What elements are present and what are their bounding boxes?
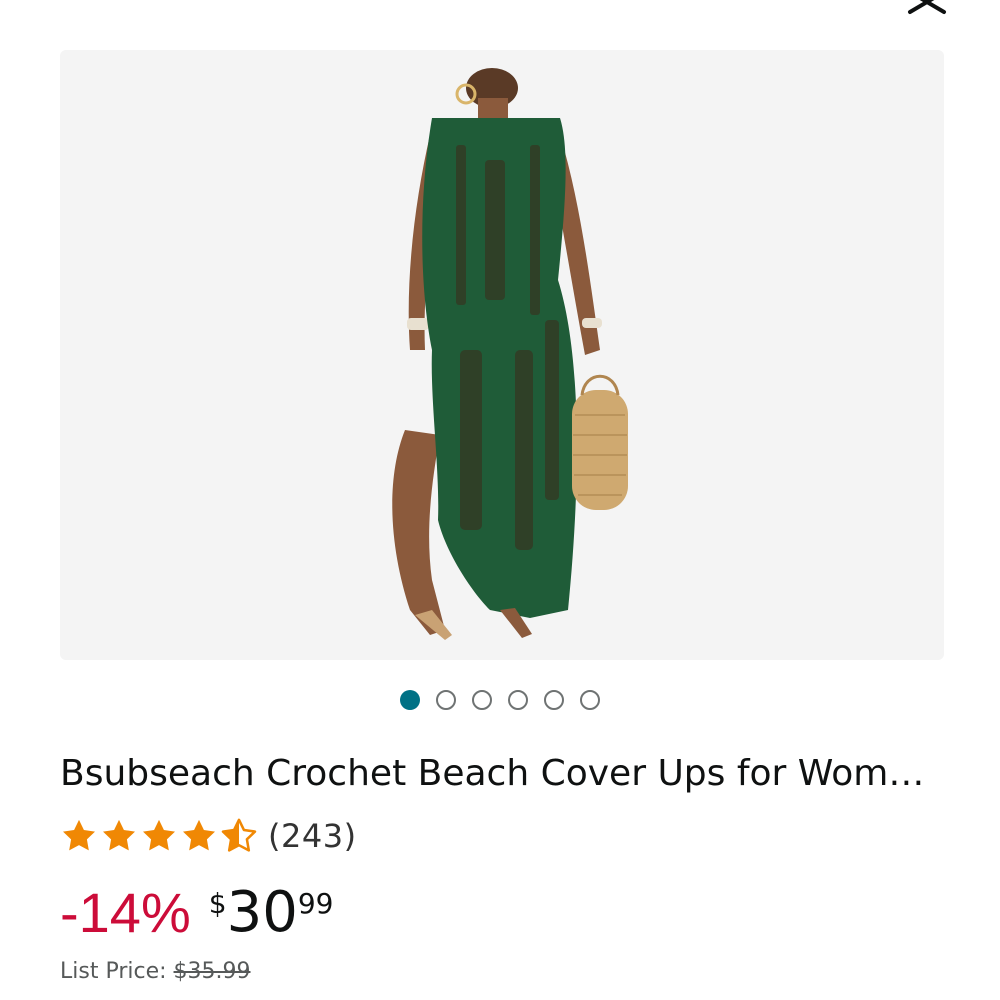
current-price: $ 30 99 xyxy=(209,878,334,948)
star-half-icon xyxy=(221,818,257,852)
carousel-indicator xyxy=(0,690,1000,710)
close-button[interactable] xyxy=(900,0,956,30)
carousel-dot-4[interactable] xyxy=(508,690,528,710)
price-whole: 30 xyxy=(226,880,298,945)
star-full-icon xyxy=(183,819,215,851)
discount-percent: -14% xyxy=(60,881,191,944)
star-rating xyxy=(60,817,258,855)
review-count[interactable]: (243) xyxy=(268,817,357,855)
list-price-label: List Price: xyxy=(60,959,167,984)
close-icon xyxy=(908,0,946,14)
carousel-dot-6[interactable] xyxy=(580,690,600,710)
price-fraction: 99 xyxy=(297,887,334,920)
star-full-icon xyxy=(143,819,175,851)
carousel-dot-3[interactable] xyxy=(472,690,492,710)
price-symbol: $ xyxy=(208,887,227,920)
carousel-dot-1[interactable] xyxy=(400,690,420,710)
carousel-dot-5[interactable] xyxy=(544,690,564,710)
carousel-dot-2[interactable] xyxy=(436,690,456,710)
star-full-icon xyxy=(103,819,135,851)
price-row: -14% $ 30 99 xyxy=(60,878,333,948)
product-title[interactable]: Bsubseach Crochet Beach Cover Ups for Wo… xyxy=(60,750,940,798)
rating-row[interactable]: (243) xyxy=(60,812,357,860)
product-image[interactable] xyxy=(60,50,944,660)
list-price: List Price: $35.99 xyxy=(60,956,251,988)
dress-photo xyxy=(392,68,628,640)
product-page: Bsubseach Crochet Beach Cover Ups for Wo… xyxy=(0,0,1000,1000)
list-price-value: $35.99 xyxy=(173,959,251,984)
star-full-icon xyxy=(63,819,95,851)
